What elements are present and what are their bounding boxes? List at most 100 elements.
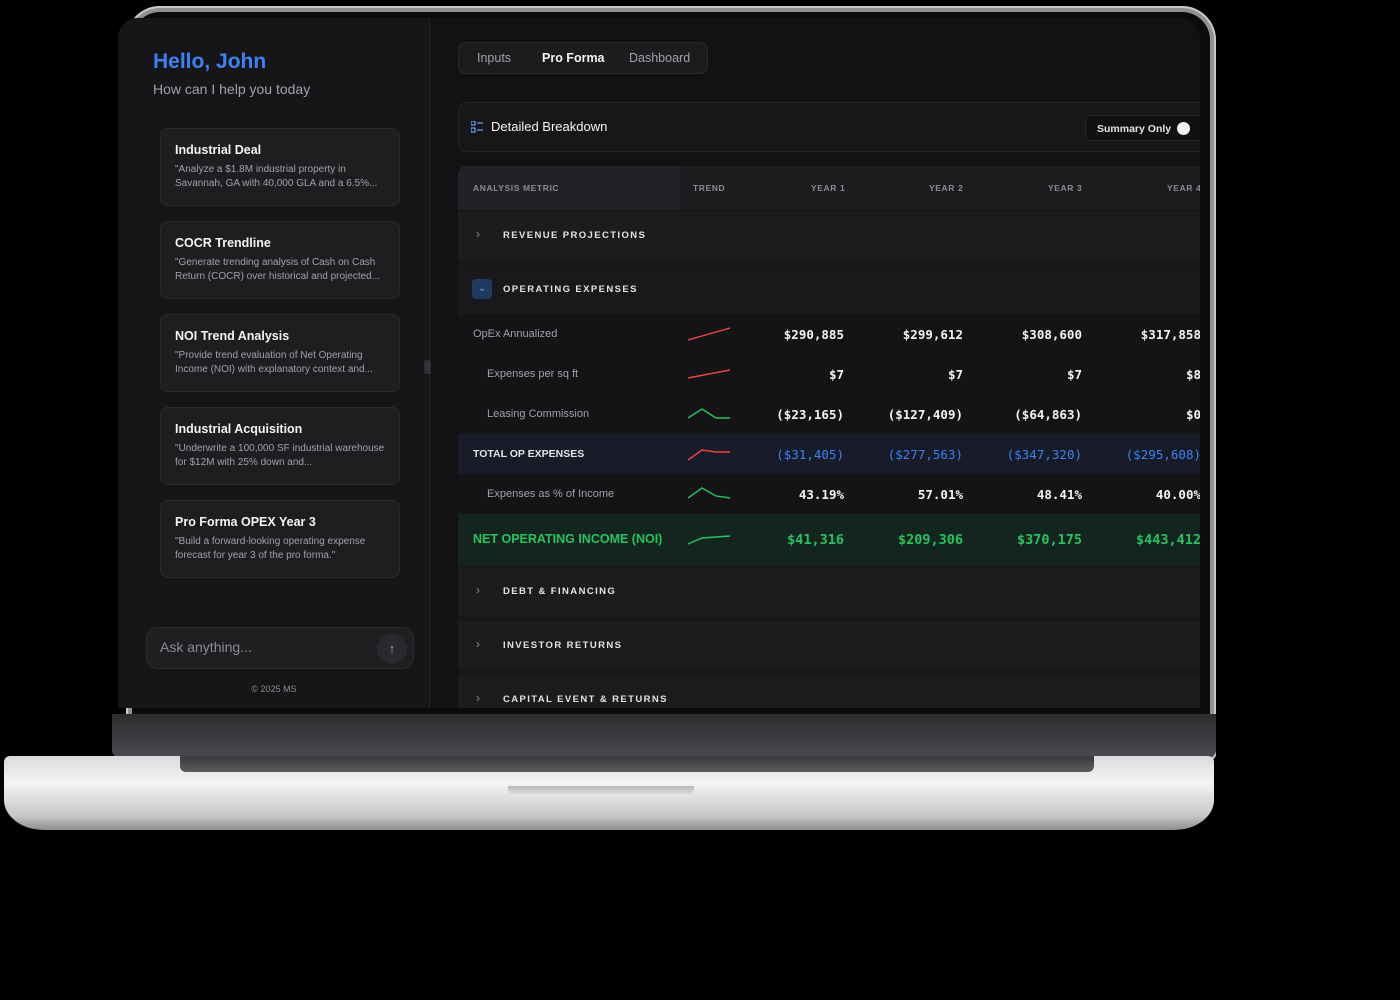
table-header: ANALYSIS METRIC TREND YEAR 1 YEAR 2 YEAR… [458,166,1200,210]
prompt-card-title: Industrial Acquisition [175,422,303,436]
row-label: Expenses per sq ft [487,368,579,380]
year-4-value: $317,858 [1140,327,1200,342]
chat-input[interactable] [160,639,370,655]
arrow-up-icon: ↑ [388,641,396,656]
year-3-value: $308,600 [1021,327,1082,342]
section-debt-financing[interactable]: › DEBT & FINANCING [458,566,1200,616]
prompt-card-title: Industrial Deal [175,143,262,157]
year-3-value: 48.41% [1036,487,1082,502]
sidebar: Hello, John How can I help you today Ind… [118,18,430,708]
section-label: CAPITAL EVENT & RETURNS [503,694,668,705]
prompt-card-cocr-trendline[interactable]: COCR Trendline "Generate trending analys… [160,221,400,299]
year-4-value: ($295,608) [1125,447,1200,462]
prompt-card-description: "Provide trend evaluation of Net Operati… [175,350,373,375]
greeting-subtitle: How can I help you today [153,81,311,97]
section-label: REVENUE PROJECTIONS [503,230,647,241]
summary-only-toggle[interactable]: Summary Only [1085,115,1200,141]
view-tabs: Inputs Pro Forma Dashboard [458,42,708,74]
prompt-card-description: "Build a forward-looking operating expen… [175,536,366,561]
app-screen: Hello, John How can I help you today Ind… [118,18,1200,708]
section-investor-returns[interactable]: › INVESTOR RETURNS [458,620,1200,670]
chevron-right-icon: › [476,691,480,705]
year-3-value: $7 [1066,367,1082,382]
year-3-value: $370,175 [1016,532,1082,548]
trend-up-green-icon [688,535,730,545]
breakdown-title: Detailed Breakdown [491,119,608,134]
prompt-card-title: COCR Trendline [175,236,271,250]
year-1-value: $41,316 [787,532,844,548]
year-2-value: $299,612 [902,327,963,342]
toggle-knob [1177,122,1190,135]
section-label: OPERATING EXPENSES [503,284,638,295]
greeting-title: Hello, John [153,50,267,73]
header-analysis-metric: ANALYSIS METRIC [473,183,560,193]
header-year-3: YEAR 3 [1048,183,1083,193]
chevron-right-icon: › [476,583,480,597]
year-2-value: $209,306 [897,532,963,548]
copyright-text: © 2025 MS [251,684,297,694]
year-1-value: $290,885 [783,327,844,342]
year-1-value: ($31,405) [776,447,844,462]
year-3-value: ($64,863) [1014,407,1082,422]
table-row-noi: NET OPERATING INCOME (NOI) $41,316 $209,… [458,514,1200,566]
section-operating-expenses[interactable]: ⌄ OPERATING EXPENSES [458,264,1200,314]
tab-dashboard[interactable]: Dashboard [629,51,690,65]
breakdown-header: Detailed Breakdown Summary Only [458,102,1200,152]
row-label: Leasing Commission [487,408,590,420]
lid-opening-notch [508,786,694,796]
year-2-value: $7 [947,367,963,382]
trend-up-red-icon [688,369,730,379]
year-2-value: 57.01% [917,487,963,502]
prompt-card-industrial-acquisition[interactable]: Industrial Acquisition "Underwrite a 100… [160,407,400,485]
laptop-hinge [112,714,1216,758]
chevron-right-icon: › [476,227,480,241]
prompt-card-description: "Generate trending analysis of Cash on C… [175,257,381,282]
keyboard-well [180,756,1094,772]
table-row-total-op-expenses: TOTAL OP EXPENSES ($31,405) ($277,563) (… [458,434,1200,474]
year-4-value: 40.00% [1155,487,1200,502]
section-label: DEBT & FINANCING [503,586,617,597]
list-icon [471,121,483,133]
year-4-value: $0 [1185,407,1200,422]
table-row-leasing-commission: Leasing Commission ($23,165) ($127,409) … [458,394,1200,434]
year-1-value: 43.19% [798,487,844,502]
summary-only-label: Summary Only [1097,123,1172,135]
year-1-value: $7 [828,367,844,382]
table-row-expenses-pct-income: Expenses as % of Income 43.19% 57.01% 48… [458,474,1200,514]
prompt-card-description: "Underwrite a 100,000 SF industrial ware… [175,443,385,468]
trend-up-red-icon [688,327,730,341]
prompt-card-title: NOI Trend Analysis [175,329,290,343]
header-year-2: YEAR 2 [929,183,964,193]
header-trend: TREND [693,183,726,193]
table-row-opex-annualized: OpEx Annualized $290,885 $299,612 $308,6… [458,314,1200,354]
chat-box: ↑ [146,627,414,669]
laptop-base [4,756,1214,830]
chevron-down-icon: ⌄ [472,279,492,299]
section-revenue-projections[interactable]: › REVENUE PROJECTIONS [458,210,1200,260]
row-label: NET OPERATING INCOME (NOI) [473,532,663,546]
pro-forma-table: ANALYSIS METRIC TREND YEAR 1 YEAR 2 YEAR… [458,166,1200,708]
row-label: Expenses as % of Income [487,488,615,500]
header-year-1: YEAR 1 [811,183,846,193]
row-label: TOTAL OP EXPENSES [473,448,585,460]
chevron-right-icon: › [476,637,480,651]
tab-pro-forma[interactable]: Pro Forma [542,51,605,65]
prompt-card-noi-trend[interactable]: NOI Trend Analysis "Provide trend evalua… [160,314,400,392]
header-year-4: YEAR 4 [1167,183,1200,193]
trend-hump-green-icon [688,408,730,419]
year-2-value: ($277,563) [887,447,963,462]
prompt-card-opex-year3[interactable]: Pro Forma OPEX Year 3 "Build a forward-l… [160,500,400,578]
section-capital-event-returns[interactable]: › CAPITAL EVENT & RETURNS [458,674,1200,708]
year-2-value: ($127,409) [887,407,963,422]
send-button[interactable]: ↑ [377,634,407,664]
trend-hump-green-icon [688,487,730,499]
row-label: OpEx Annualized [473,328,558,340]
tab-inputs[interactable]: Inputs [477,51,511,65]
trend-hump-red-icon [688,449,730,461]
prompt-card-industrial-deal[interactable]: Industrial Deal "Analyze a $1.8M industr… [160,128,400,206]
year-1-value: ($23,165) [776,407,844,422]
prompt-card-description: "Analyze a $1.8M industrial property in … [175,164,378,189]
year-4-value: $8 [1185,367,1200,382]
year-4-value: $443,412 [1135,532,1200,548]
section-label: INVESTOR RETURNS [503,640,623,651]
